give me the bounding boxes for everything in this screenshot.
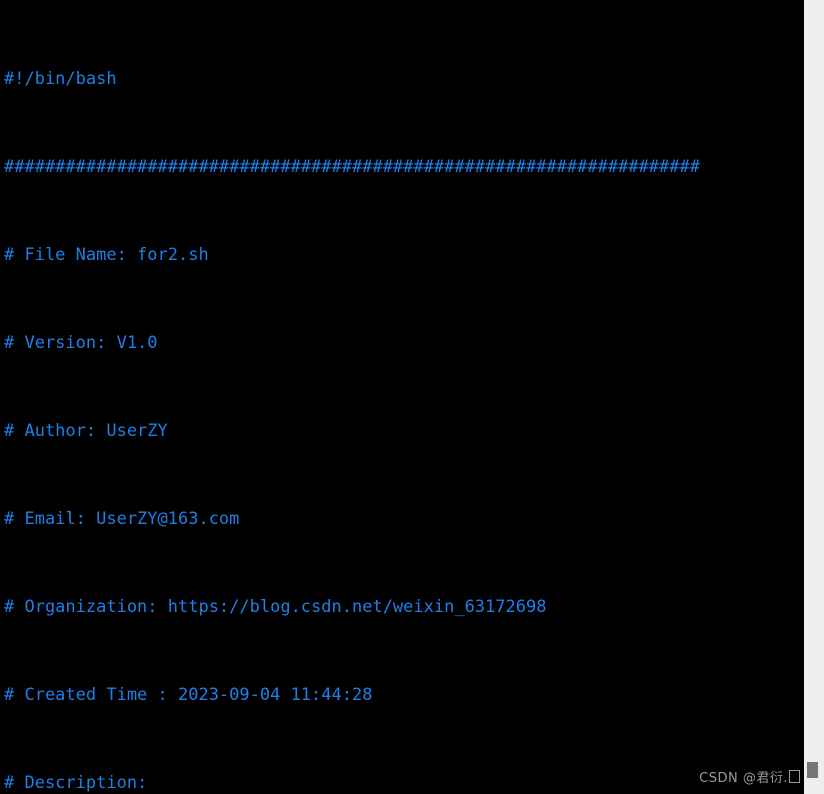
- comment-author: # Author: UserZY: [4, 421, 168, 441]
- code-line-7: # Organization: https://blog.csdn.net/we…: [4, 596, 804, 618]
- comment-email: # Email: UserZY@163.com: [4, 509, 240, 529]
- comment-organization: # Organization: https://blog.csdn.net/we…: [4, 597, 547, 617]
- code-line-9: # Description:: [4, 772, 804, 794]
- comment-created-time: # Created Time : 2023-09-04 11:44:28: [4, 685, 373, 705]
- code-line-2: ########################################…: [4, 156, 804, 178]
- watermark-glyph-box-icon: [789, 770, 800, 783]
- code-line-6: # Email: UserZY@163.com: [4, 508, 804, 530]
- comment-file-name: # File Name: for2.sh: [4, 245, 209, 265]
- terminal-screen: #!/bin/bash ############################…: [0, 0, 824, 794]
- code-area[interactable]: #!/bin/bash ############################…: [4, 2, 804, 794]
- code-line-5: # Author: UserZY: [4, 420, 804, 442]
- right-gutter: [804, 0, 824, 794]
- vim-editor[interactable]: #!/bin/bash ############################…: [0, 0, 804, 794]
- comment-version: # Version: V1.0: [4, 333, 158, 353]
- separator-top: ########################################…: [4, 157, 700, 177]
- shebang-text: #!/bin/bash: [4, 69, 117, 89]
- watermark: CSDN @君衍.: [699, 767, 800, 786]
- code-line-3: # File Name: for2.sh: [4, 244, 804, 266]
- watermark-text: CSDN @君衍.: [699, 771, 788, 786]
- code-line-1: #!/bin/bash: [4, 68, 804, 90]
- watermark-block: [807, 762, 818, 778]
- comment-description: # Description:: [4, 773, 148, 793]
- code-line-8: # Created Time : 2023-09-04 11:44:28: [4, 684, 804, 706]
- code-line-4: # Version: V1.0: [4, 332, 804, 354]
